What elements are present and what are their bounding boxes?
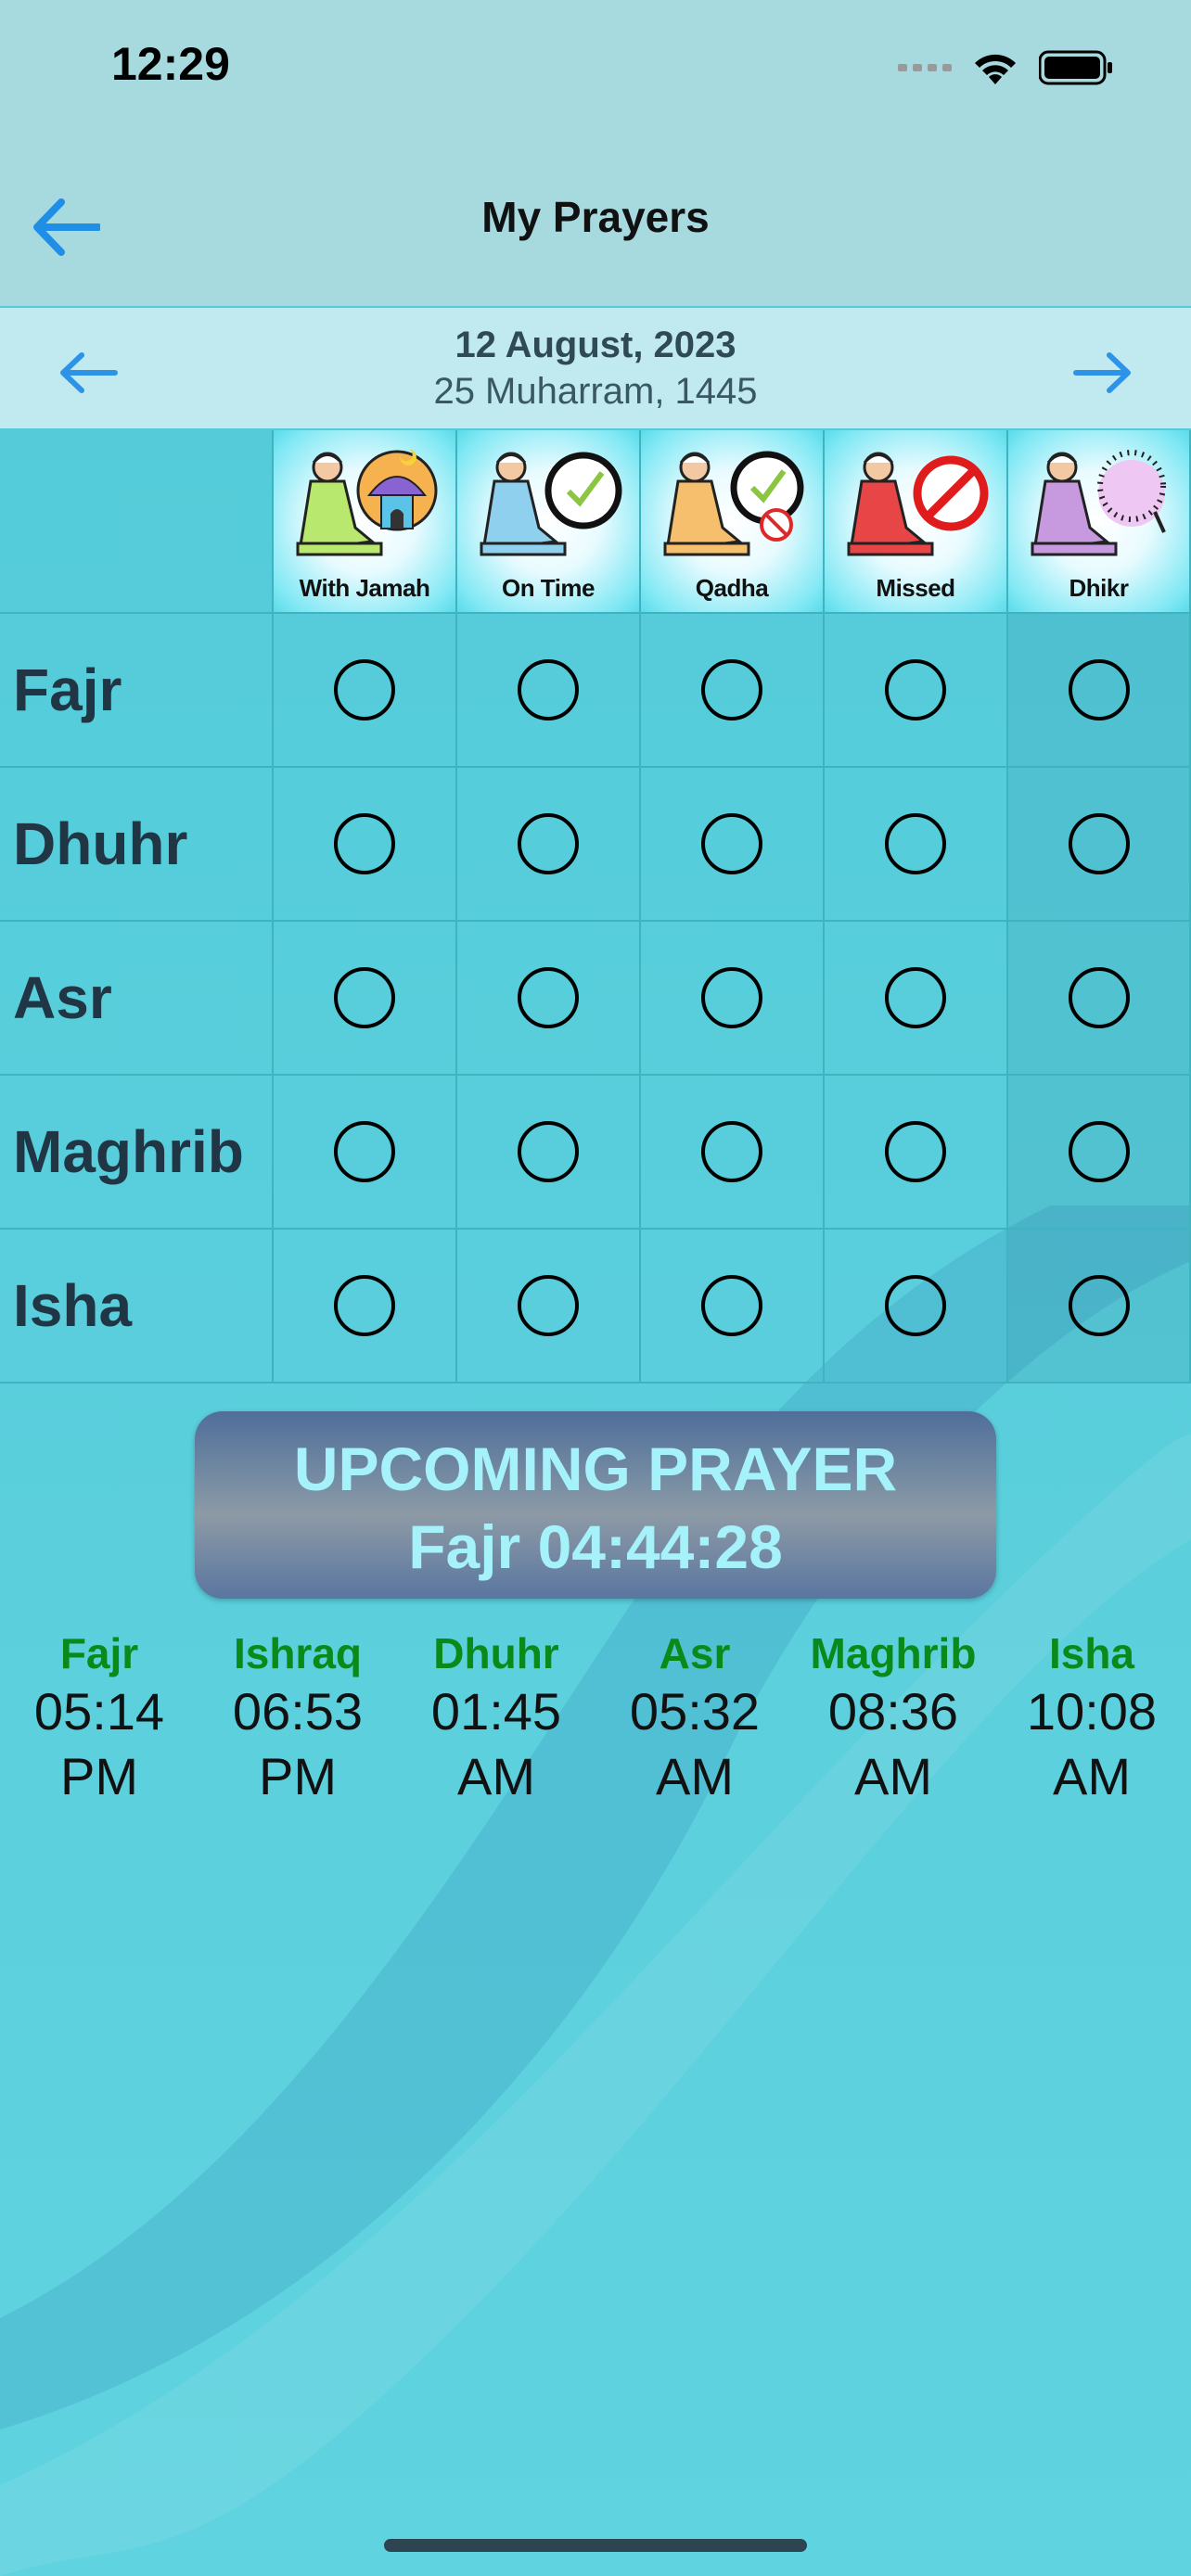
radio-isha-on-time[interactable] [457,1230,641,1384]
next-day-button[interactable] [1069,350,1133,396]
radio-fajr-with-jamah[interactable] [274,614,457,768]
row-label-isha: Isha [0,1230,274,1384]
prayer-time-isha: Isha 10:08 AM [992,1627,1191,1809]
radio-fajr-missed[interactable] [825,614,1008,768]
prayer-time-ampm: AM [854,1747,932,1805]
grid-corner [0,430,274,614]
radio-asr-on-time[interactable] [457,922,641,1076]
prayer-time-name: Asr [659,1629,731,1677]
column-header-qadha: Qadha [641,430,825,614]
prayer-time-value: 05:32 [629,1682,761,1741]
prayer-time-value: 01:45 [430,1682,562,1741]
upcoming-prayer-panel: UPCOMING PRAYER Fajr 04:44:28 [195,1411,996,1599]
prayer-time-name: Isha [1048,1629,1135,1677]
column-header-dhikr: Dhikr [1008,430,1191,614]
column-header-missed: Missed [825,430,1008,614]
radio-maghrib-dhikr[interactable] [1008,1076,1191,1230]
radio-asr-dhikr[interactable] [1008,922,1191,1076]
hijri-date: 25 Muharram, 1445 [433,371,758,412]
prayer-time-asr: Asr 05:32 AM [596,1627,794,1809]
prayer-time-maghrib: Maghrib 08:36 AM [794,1627,992,1809]
row-label-fajr: Fajr [0,614,274,768]
radio-fajr-on-time[interactable] [457,614,641,768]
radio-fajr-qadha[interactable] [641,614,825,768]
radio-fajr-dhikr[interactable] [1008,614,1191,768]
prayer-grid: With Jamah On Time Qadha Missed Dhikr Fa… [0,430,1191,1384]
wifi-icon [975,54,1016,84]
radio-dhuhr-with-jamah[interactable] [274,768,457,922]
radio-dhuhr-on-time[interactable] [457,768,641,922]
radio-isha-dhikr[interactable] [1008,1230,1191,1384]
row-label-dhuhr: Dhuhr [0,768,274,922]
radio-asr-qadha[interactable] [641,922,825,1076]
arrow-right-icon [1073,352,1131,393]
upcoming-heading: UPCOMING PRAYER [293,1435,898,1503]
prayer-jamah-icon [296,449,438,556]
prayer-time-name: Maghrib [810,1629,977,1677]
prayer-time-ampm: AM [457,1747,535,1805]
column-label: Qadha [695,574,769,602]
prayer-time-ishraq: Ishraq 06:53 PM [198,1627,397,1809]
prayer-time-value: 06:53 [232,1682,364,1741]
top-bar: 12:29 My Prayers [0,0,1191,306]
prayer-time-ampm: AM [1053,1747,1131,1805]
radio-isha-with-jamah[interactable] [274,1230,457,1384]
column-label: On Time [501,574,596,602]
radio-maghrib-on-time[interactable] [457,1076,641,1230]
prayer-time-name: Fajr [59,1629,139,1677]
column-label: Dhikr [1069,574,1129,602]
row-label-asr: Asr [0,922,274,1076]
prayer-qadha-icon [663,451,804,556]
prayer-missed-icon [847,452,989,556]
battery-icon [1039,50,1112,85]
prayer-time-fajr: Fajr 05:14 PM [0,1627,198,1809]
prayer-on-time-icon [480,452,622,556]
radio-asr-missed[interactable] [825,922,1008,1076]
radio-dhuhr-dhikr[interactable] [1008,768,1191,922]
page-title: My Prayers [481,193,710,241]
prayer-time-name: Dhuhr [433,1629,559,1677]
home-indicator[interactable] [384,2539,807,2552]
radio-maghrib-missed[interactable] [825,1076,1008,1230]
prayer-times-row: Fajr 05:14 PM Ishraq 06:53 PM Dhuhr 01:4… [0,1627,1191,1813]
column-label: Missed [876,574,955,602]
prayer-time-ampm: AM [656,1747,734,1805]
radio-maghrib-qadha[interactable] [641,1076,825,1230]
prayer-time-value: 10:08 [1026,1682,1158,1741]
radio-isha-qadha[interactable] [641,1230,825,1384]
radio-maghrib-with-jamah[interactable] [274,1076,457,1230]
cellular-icon [898,64,952,71]
dhikr-beads-icon [1031,450,1166,556]
upcoming-countdown: Fajr 04:44:28 [408,1512,783,1581]
radio-asr-with-jamah[interactable] [274,922,457,1076]
prayer-time-name: Ishraq [233,1629,363,1677]
prayer-time-ampm: PM [60,1747,138,1805]
row-label-maghrib: Maghrib [0,1076,274,1230]
column-header-on-time: On Time [457,430,641,614]
status-icons [898,45,1113,91]
date-bar: 12 August, 2023 25 Muharram, 1445 [0,308,1191,428]
column-header-with-jamah: With Jamah [274,430,457,614]
status-time: 12:29 [111,38,230,90]
prayer-time-dhuhr: Dhuhr 01:45 AM [397,1627,596,1809]
radio-isha-missed[interactable] [825,1230,1008,1384]
prayer-time-value: 05:14 [33,1682,165,1741]
prayer-time-ampm: PM [259,1747,337,1805]
radio-dhuhr-missed[interactable] [825,768,1008,922]
prayer-time-value: 08:36 [827,1682,959,1741]
radio-dhuhr-qadha[interactable] [641,768,825,922]
gregorian-date: 12 August, 2023 [455,325,736,365]
column-label: With Jamah [299,574,430,602]
